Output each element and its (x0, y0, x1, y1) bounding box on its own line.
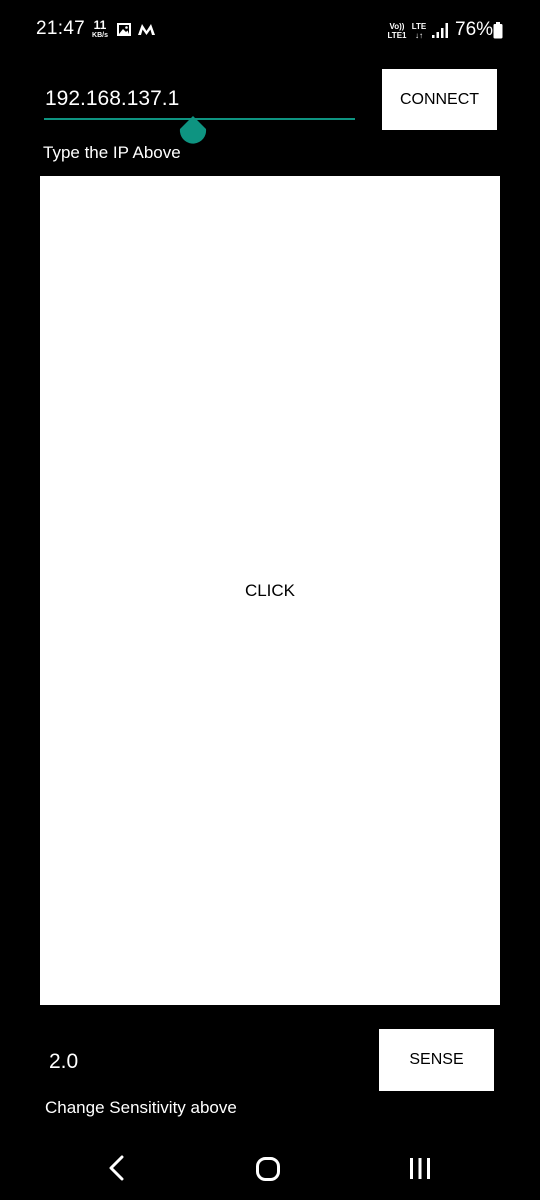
network-speed-unit: KB/s (92, 32, 108, 39)
gallery-icon (116, 22, 132, 42)
battery-percent: 76% (455, 19, 494, 40)
battery-icon (493, 22, 503, 44)
lte-line1: LTE (411, 22, 427, 31)
recents-icon[interactable] (408, 1157, 432, 1186)
sense-button[interactable]: SENSE (379, 1029, 494, 1091)
home-icon[interactable] (255, 1156, 281, 1187)
m-app-icon (137, 23, 156, 41)
text-cursor-handle-icon[interactable] (179, 116, 207, 151)
volte-line1: Vo)) (389, 22, 405, 31)
connect-button[interactable]: CONNECT (382, 69, 497, 130)
signal-bars-icon (432, 22, 451, 43)
lte-indicator: LTE ↓↑ (410, 22, 428, 40)
lte-line2: ↓↑ (415, 31, 423, 40)
touchpad-click-label: CLICK (244, 581, 296, 600)
network-speed-value: 11 (93, 18, 107, 32)
status-bar: 21:47 11 KB/s Vo)) LTE1 LTE ↓↑ 76% (0, 0, 540, 60)
back-icon[interactable] (106, 1155, 128, 1186)
sensitivity-field[interactable] (49, 1046, 299, 1078)
volte-line2: LTE1 (387, 31, 407, 40)
touchpad-area[interactable]: CLICK (40, 176, 500, 1005)
volte-indicator: Vo)) LTE1 (386, 22, 408, 40)
sensitivity-helper-text: Change Sensitivity above (45, 1098, 237, 1117)
status-time: 21:47 (36, 18, 86, 39)
sensitivity-input[interactable] (49, 1046, 299, 1078)
ip-address-input[interactable] (44, 80, 355, 118)
network-speed-indicator: 11 KB/s (89, 19, 111, 39)
ip-helper-text: Type the IP Above (43, 143, 181, 162)
